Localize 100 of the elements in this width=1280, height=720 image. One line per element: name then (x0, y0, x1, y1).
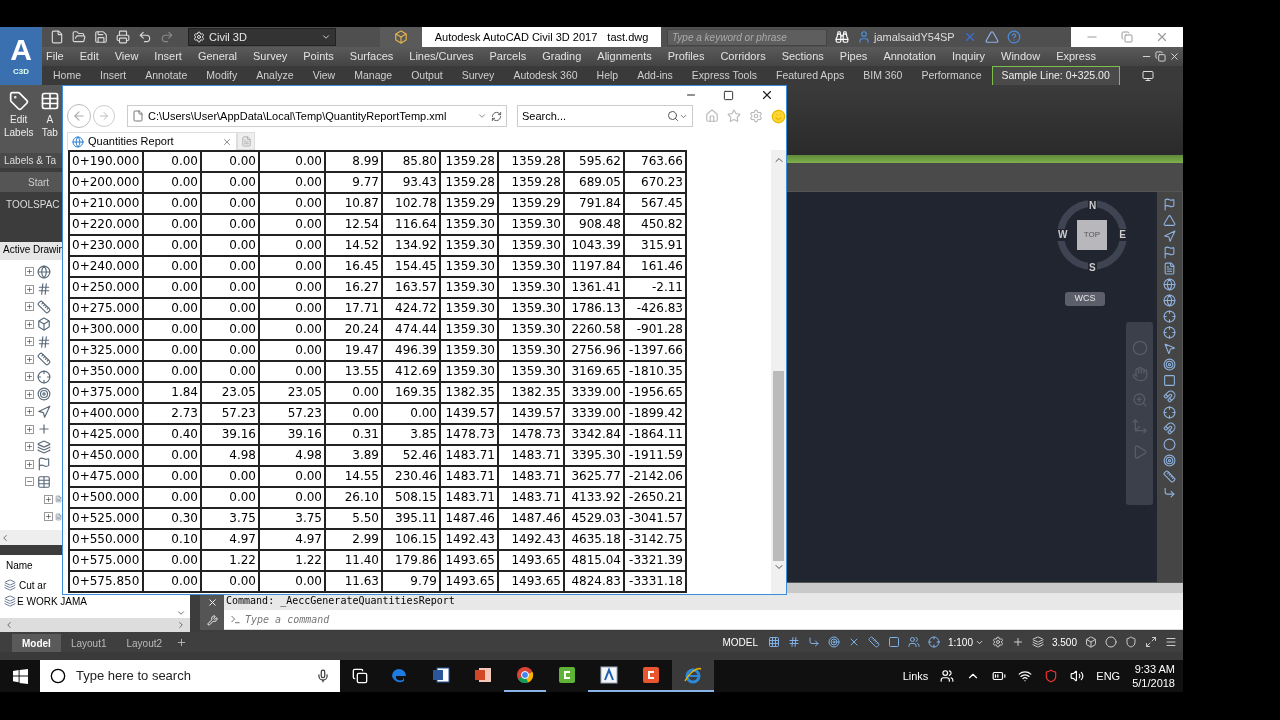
ribbon-tab[interactable]: Express Tools (682, 66, 766, 85)
microphone-icon[interactable] (316, 669, 330, 683)
toolbar-tool-icon[interactable] (1163, 198, 1176, 211)
toolbar-tool-icon[interactable] (1163, 230, 1176, 243)
scale-dropdown[interactable]: 1:100 (947, 634, 984, 650)
expand-toggle[interactable] (25, 372, 34, 382)
redo-icon[interactable] (160, 30, 174, 44)
people-icon[interactable] (940, 669, 955, 683)
menu-item[interactable]: Edit (79, 48, 99, 65)
menu-item[interactable]: View (114, 48, 139, 65)
links-toolbar[interactable]: Links (902, 667, 929, 685)
scroll-right-icon[interactable] (176, 620, 186, 630)
expand-toggle[interactable] (25, 284, 34, 294)
menu-item[interactable]: Parcels (489, 48, 527, 65)
palette-tab[interactable]: Active Drawin (0, 242, 62, 260)
ribbon-tab[interactable]: Featured Apps (767, 66, 854, 85)
selection-icon[interactable] (887, 636, 900, 648)
search-icon[interactable] (667, 110, 679, 122)
scroll-left-icon[interactable] (0, 532, 10, 543)
ribbon-tab[interactable]: Manage (345, 66, 402, 85)
caret-icon[interactable] (477, 111, 487, 121)
toolbar-tool-icon[interactable] (1163, 470, 1176, 483)
expand-toggle[interactable] (25, 302, 34, 312)
ribbon-tab[interactable]: Analyze (247, 66, 303, 85)
refresh-icon[interactable] (491, 110, 502, 122)
shield-icon[interactable] (1044, 669, 1059, 683)
toolbar-tool-icon[interactable] (1163, 246, 1176, 259)
expand-toggle[interactable] (25, 424, 34, 434)
ribbon-tab[interactable]: Add-ins (628, 66, 682, 85)
new-file-icon[interactable] (50, 30, 64, 44)
ribbon-tab[interactable]: Annotate (136, 66, 197, 85)
ribbon-tab[interactable]: View (303, 66, 345, 85)
layout-tab[interactable]: Model (12, 634, 61, 652)
ribbon-tab[interactable]: Performance (912, 66, 991, 85)
list-item[interactable]: Cut ar (0, 576, 62, 594)
model-space-button[interactable]: MODEL (720, 634, 760, 650)
vertical-scrollbar[interactable] (771, 150, 786, 594)
add-layout-icon[interactable] (176, 637, 188, 648)
expand-toggle[interactable] (25, 477, 34, 487)
scrollbar-thumb[interactable] (773, 371, 784, 561)
toolbar-tool-icon[interactable] (1163, 438, 1176, 451)
workspace-dropdown[interactable]: Civil 3D (188, 28, 336, 46)
toolbar-tool-icon[interactable] (1163, 214, 1176, 227)
menu-item[interactable]: Lines/Curves (409, 48, 474, 65)
customize-icon[interactable] (1165, 636, 1177, 648)
expand-toggle[interactable] (25, 459, 34, 469)
close-tab-icon[interactable] (222, 136, 232, 147)
snap-icon[interactable] (787, 636, 800, 648)
wrench-icon[interactable] (206, 615, 218, 627)
close-icon[interactable] (760, 88, 774, 102)
expand-toggle[interactable] (25, 442, 34, 452)
ribbon-tab[interactable]: Sample Line: 0+325.00 (991, 66, 1120, 85)
menu-item[interactable]: Express (1056, 48, 1096, 65)
menu-item[interactable]: Insert (154, 48, 182, 65)
address-field[interactable]: C:\Users\User\AppData\Local\Temp\QuantityReportTemp.xml (127, 105, 507, 127)
browser-tab[interactable]: Quantities Report (67, 132, 237, 150)
layout-tab[interactable]: Layout2 (116, 634, 173, 652)
ribbon-tab[interactable]: BIM 360 (854, 66, 912, 85)
taskbar-search-field[interactable]: Type here to search (40, 660, 340, 692)
menu-item[interactable]: Inquiry (952, 48, 985, 65)
toolbar-tool-icon[interactable] (1163, 406, 1176, 419)
ribbon-button[interactable]: Edit Labels (4, 91, 34, 153)
scroll-left-icon[interactable] (4, 620, 14, 630)
settings-icon[interactable] (991, 636, 1004, 648)
ribbon-tab[interactable]: Survey (452, 66, 504, 85)
toolbar-tool-icon[interactable] (1163, 294, 1176, 307)
toolbar-tool-icon[interactable] (1163, 422, 1176, 435)
toolbar-tool-icon[interactable] (1163, 374, 1176, 387)
expand-toggle[interactable] (25, 407, 34, 417)
fullscreen-icon[interactable] (1145, 636, 1157, 648)
search-field[interactable]: Search... (517, 105, 693, 127)
expand-toggle[interactable] (25, 319, 34, 329)
close-icon[interactable] (206, 596, 218, 608)
battery-icon[interactable] (992, 669, 1007, 683)
expand-toggle[interactable] (25, 337, 34, 347)
menu-item[interactable]: Points (303, 48, 334, 65)
user-menu[interactable]: jamalsaidY54SP (857, 28, 955, 46)
ribbon-tab[interactable]: Autodesk 360 (504, 66, 587, 85)
menu-item[interactable]: File (46, 48, 64, 65)
close-icon[interactable] (1169, 51, 1180, 62)
toolbar-tool-icon[interactable] (1163, 278, 1176, 291)
command-field[interactable]: Type a command (224, 610, 1183, 629)
menu-item[interactable]: Annotation (883, 48, 936, 65)
ribbon-tab[interactable]: Home (44, 66, 90, 85)
ribbon-button[interactable]: A Tab (37, 91, 62, 153)
layout-tab[interactable]: Layout1 (60, 634, 117, 652)
clock[interactable]: 9:33 AM 5/1/2018 (1132, 662, 1175, 690)
menu-item[interactable]: General (197, 48, 237, 65)
volume-icon[interactable] (1070, 669, 1085, 683)
list-item[interactable]: E WORK JAMA (0, 594, 190, 608)
menu-item[interactable]: Corridors (720, 48, 766, 65)
toolbar-tool-icon[interactable] (1163, 486, 1176, 499)
open-folder-icon[interactable] (72, 30, 86, 44)
save-icon[interactable] (94, 30, 108, 44)
menu-item[interactable]: Sections (781, 48, 824, 65)
menu-item[interactable]: Pipes (839, 48, 868, 65)
horizontal-scrollbar[interactable] (0, 618, 190, 632)
task-view-icon[interactable] (352, 668, 368, 684)
application-button[interactable]: A C3D (0, 27, 42, 85)
binoculars-icon[interactable] (835, 30, 849, 44)
